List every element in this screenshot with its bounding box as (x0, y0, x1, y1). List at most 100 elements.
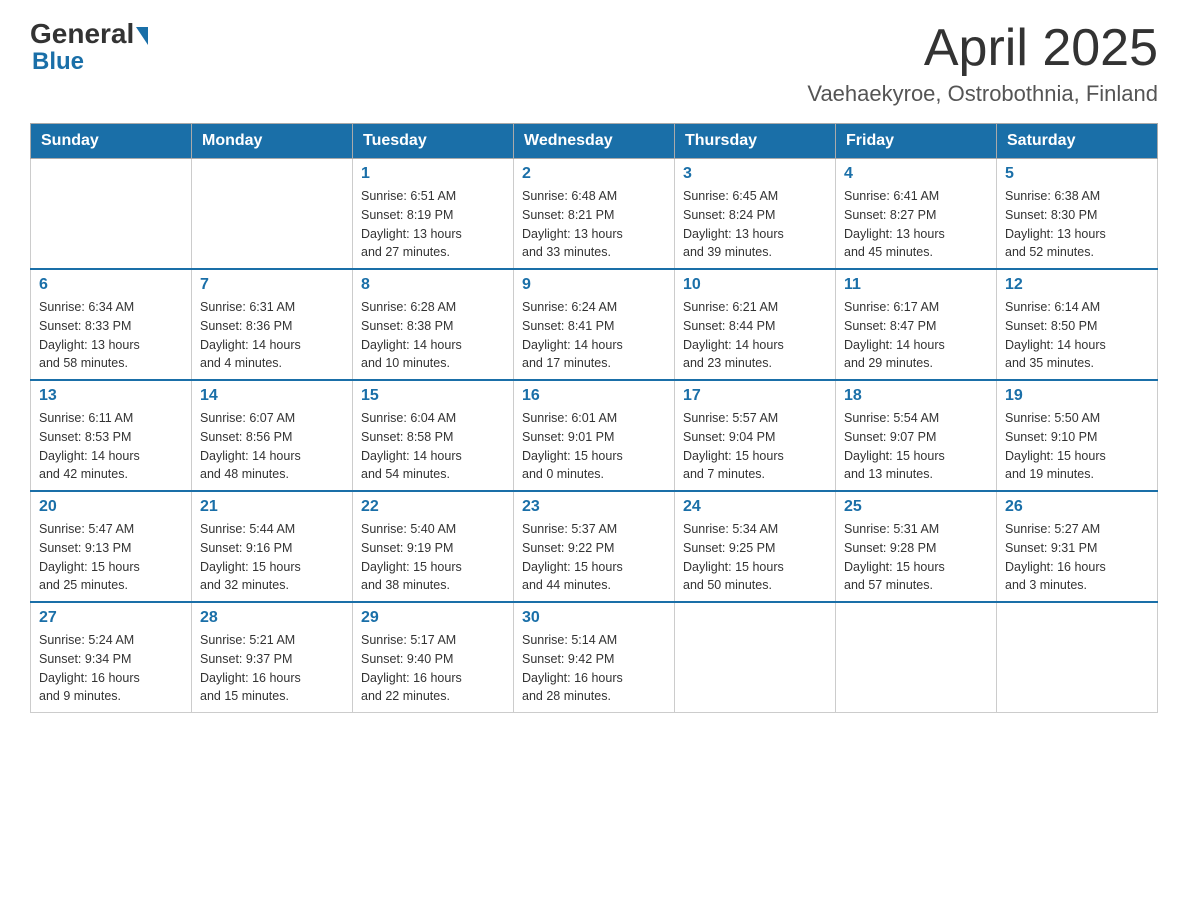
calendar-cell-w3-d1: 14 Sunrise: 6:07 AMSunset: 8:56 PMDayligh… (192, 380, 353, 491)
calendar-cell-w1-d5: 4 Sunrise: 6:41 AMSunset: 8:27 PMDaylight… (836, 159, 997, 270)
calendar-cell-w1-d2: 1 Sunrise: 6:51 AMSunset: 8:19 PMDaylight… (353, 159, 514, 270)
calendar-cell-w3-d2: 15 Sunrise: 6:04 AMSunset: 8:58 PMDayligh… (353, 380, 514, 491)
day-number: 8 (361, 276, 505, 294)
day-number: 3 (683, 165, 827, 183)
location-title: Vaehaekyroe, Ostrobothnia, Finland (807, 81, 1158, 107)
day-number: 17 (683, 387, 827, 405)
calendar-cell-w4-d6: 26Sunrise: 5:27 AMSunset: 9:31 PMDayligh… (997, 491, 1158, 602)
calendar-cell-w4-d2: 22 Sunrise: 5:40 AMSunset: 9:19 PMDayligh… (353, 491, 514, 602)
calendar-cell-w1-d1 (192, 159, 353, 270)
day-number: 5 (1005, 165, 1149, 183)
day-info: Sunrise: 5:17 AMSunset: 9:40 PMDaylight:… (361, 631, 505, 706)
day-info: Sunrise: 5:24 AMSunset: 9:34 PMDaylight:… (39, 631, 183, 706)
calendar-week-5: 27 Sunrise: 5:24 AMSunset: 9:34 PMDayligh… (31, 602, 1158, 713)
day-number: 28 (200, 609, 344, 627)
logo-blue-text: Blue (30, 48, 84, 75)
day-info: Sunrise: 5:14 AMSunset: 9:42 PMDaylight:… (522, 631, 666, 706)
day-number: 20 (39, 498, 183, 516)
day-number: 26 (1005, 498, 1149, 516)
calendar-cell-w2-d3: 9 Sunrise: 6:24 AMSunset: 8:41 PMDaylight… (514, 269, 675, 380)
month-title: April 2025 (807, 20, 1158, 77)
day-info: Sunrise: 5:44 AMSunset: 9:16 PMDaylight:… (200, 520, 344, 595)
day-info: Sunrise: 6:14 AMSunset: 8:50 PMDaylight:… (1005, 298, 1149, 373)
day-info: Sunrise: 6:21 AMSunset: 8:44 PMDaylight:… (683, 298, 827, 373)
calendar-week-2: 6 Sunrise: 6:34 AMSunset: 8:33 PMDaylight… (31, 269, 1158, 380)
day-number: 12 (1005, 276, 1149, 294)
day-info: Sunrise: 5:21 AMSunset: 9:37 PMDaylight:… (200, 631, 344, 706)
logo-general-text: General (30, 20, 134, 48)
calendar-cell-w4-d5: 25 Sunrise: 5:31 AMSunset: 9:28 PMDayligh… (836, 491, 997, 602)
calendar-cell-w2-d5: 11 Sunrise: 6:17 AMSunset: 8:47 PMDayligh… (836, 269, 997, 380)
calendar-cell-w3-d4: 17 Sunrise: 5:57 AMSunset: 9:04 PMDayligh… (675, 380, 836, 491)
day-info: Sunrise: 5:40 AMSunset: 9:19 PMDaylight:… (361, 520, 505, 595)
calendar-cell-w2-d1: 7 Sunrise: 6:31 AMSunset: 8:36 PMDaylight… (192, 269, 353, 380)
day-info: Sunrise: 6:51 AMSunset: 8:19 PMDaylight:… (361, 187, 505, 262)
day-number: 1 (361, 165, 505, 183)
day-info: Sunrise: 6:24 AMSunset: 8:41 PMDaylight:… (522, 298, 666, 373)
day-number: 21 (200, 498, 344, 516)
calendar-cell-w2-d4: 10 Sunrise: 6:21 AMSunset: 8:44 PMDayligh… (675, 269, 836, 380)
day-number: 13 (39, 387, 183, 405)
calendar-cell-w2-d0: 6 Sunrise: 6:34 AMSunset: 8:33 PMDaylight… (31, 269, 192, 380)
day-info: Sunrise: 6:11 AMSunset: 8:53 PMDaylight:… (39, 409, 183, 484)
day-info: Sunrise: 5:31 AMSunset: 9:28 PMDaylight:… (844, 520, 988, 595)
calendar-cell-w5-d0: 27 Sunrise: 5:24 AMSunset: 9:34 PMDayligh… (31, 602, 192, 713)
day-info: Sunrise: 6:41 AMSunset: 8:27 PMDaylight:… (844, 187, 988, 262)
calendar-week-3: 13 Sunrise: 6:11 AMSunset: 8:53 PMDayligh… (31, 380, 1158, 491)
day-info: Sunrise: 6:48 AMSunset: 8:21 PMDaylight:… (522, 187, 666, 262)
day-number: 10 (683, 276, 827, 294)
calendar-header-row: Sunday Monday Tuesday Wednesday Thursday… (31, 124, 1158, 159)
day-number: 6 (39, 276, 183, 294)
calendar-cell-w1-d6: 5 Sunrise: 6:38 AMSunset: 8:30 PMDaylight… (997, 159, 1158, 270)
calendar-cell-w5-d5 (836, 602, 997, 713)
day-info: Sunrise: 6:04 AMSunset: 8:58 PMDaylight:… (361, 409, 505, 484)
day-number: 27 (39, 609, 183, 627)
col-friday: Friday (836, 124, 997, 159)
calendar-cell-w3-d5: 18 Sunrise: 5:54 AMSunset: 9:07 PMDayligh… (836, 380, 997, 491)
col-sunday: Sunday (31, 124, 192, 159)
calendar-cell-w5-d1: 28 Sunrise: 5:21 AMSunset: 9:37 PMDayligh… (192, 602, 353, 713)
col-saturday: Saturday (997, 124, 1158, 159)
calendar-cell-w3-d3: 16 Sunrise: 6:01 AMSunset: 9:01 PMDayligh… (514, 380, 675, 491)
day-info: Sunrise: 6:07 AMSunset: 8:56 PMDaylight:… (200, 409, 344, 484)
calendar-cell-w3-d6: 19 Sunrise: 5:50 AMSunset: 9:10 PMDayligh… (997, 380, 1158, 491)
calendar-cell-w1-d3: 2Sunrise: 6:48 AMSunset: 8:21 PMDaylight… (514, 159, 675, 270)
day-info: Sunrise: 6:31 AMSunset: 8:36 PMDaylight:… (200, 298, 344, 373)
day-info: Sunrise: 6:38 AMSunset: 8:30 PMDaylight:… (1005, 187, 1149, 262)
day-info: Sunrise: 6:34 AMSunset: 8:33 PMDaylight:… (39, 298, 183, 373)
day-number: 11 (844, 276, 988, 294)
day-info: Sunrise: 5:34 AMSunset: 9:25 PMDaylight:… (683, 520, 827, 595)
day-info: Sunrise: 6:17 AMSunset: 8:47 PMDaylight:… (844, 298, 988, 373)
day-info: Sunrise: 5:54 AMSunset: 9:07 PMDaylight:… (844, 409, 988, 484)
day-info: Sunrise: 6:45 AMSunset: 8:24 PMDaylight:… (683, 187, 827, 262)
day-number: 14 (200, 387, 344, 405)
day-info: Sunrise: 5:47 AMSunset: 9:13 PMDaylight:… (39, 520, 183, 595)
day-number: 9 (522, 276, 666, 294)
day-info: Sunrise: 5:37 AMSunset: 9:22 PMDaylight:… (522, 520, 666, 595)
day-number: 16 (522, 387, 666, 405)
title-block: April 2025 Vaehaekyroe, Ostrobothnia, Fi… (807, 20, 1158, 107)
day-number: 19 (1005, 387, 1149, 405)
day-info: Sunrise: 5:50 AMSunset: 9:10 PMDaylight:… (1005, 409, 1149, 484)
day-number: 15 (361, 387, 505, 405)
calendar-cell-w2-d2: 8Sunrise: 6:28 AMSunset: 8:38 PMDaylight… (353, 269, 514, 380)
day-info: Sunrise: 6:01 AMSunset: 9:01 PMDaylight:… (522, 409, 666, 484)
day-number: 7 (200, 276, 344, 294)
day-number: 23 (522, 498, 666, 516)
calendar-cell-w3-d0: 13 Sunrise: 6:11 AMSunset: 8:53 PMDayligh… (31, 380, 192, 491)
col-tuesday: Tuesday (353, 124, 514, 159)
calendar-cell-w5-d2: 29Sunrise: 5:17 AMSunset: 9:40 PMDayligh… (353, 602, 514, 713)
day-number: 18 (844, 387, 988, 405)
calendar-cell-w4-d4: 24Sunrise: 5:34 AMSunset: 9:25 PMDayligh… (675, 491, 836, 602)
day-info: Sunrise: 5:57 AMSunset: 9:04 PMDaylight:… (683, 409, 827, 484)
col-thursday: Thursday (675, 124, 836, 159)
calendar-cell-w1-d4: 3 Sunrise: 6:45 AMSunset: 8:24 PMDaylight… (675, 159, 836, 270)
calendar-cell-w4-d0: 20 Sunrise: 5:47 AMSunset: 9:13 PMDayligh… (31, 491, 192, 602)
calendar-cell-w4-d1: 21 Sunrise: 5:44 AMSunset: 9:16 PMDayligh… (192, 491, 353, 602)
col-monday: Monday (192, 124, 353, 159)
calendar-cell-w1-d0 (31, 159, 192, 270)
day-number: 22 (361, 498, 505, 516)
day-number: 4 (844, 165, 988, 183)
calendar-cell-w4-d3: 23 Sunrise: 5:37 AMSunset: 9:22 PMDayligh… (514, 491, 675, 602)
day-number: 25 (844, 498, 988, 516)
